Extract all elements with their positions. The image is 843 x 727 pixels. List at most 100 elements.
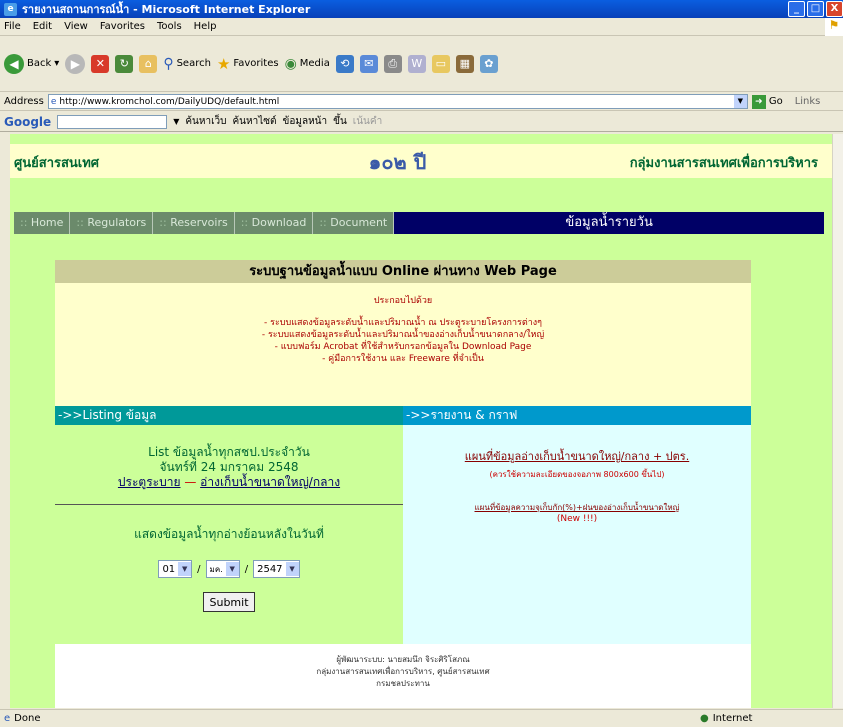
month-select[interactable]: มค. ▼ <box>205 560 240 578</box>
divider <box>55 504 403 505</box>
media-button[interactable]: ◉ Media <box>285 56 330 72</box>
report-column: แผนที่ข้อมูลอ่างเก็บน้ำขนาดใหญ่/กลาง + ป… <box>403 425 751 645</box>
back-button[interactable]: ◀ Back ▾ <box>4 53 59 74</box>
address-input[interactable]: e http://www.kromchol.com/DailyUDQ/defau… <box>47 94 748 109</box>
stop-icon[interactable]: ✕ <box>91 54 110 73</box>
google-highlight-button[interactable]: เน้นคำ <box>353 114 382 129</box>
date-select-row: 01 ▼ / มค. ▼ / 2547 ▼ <box>55 560 403 578</box>
address-label: Address <box>4 96 44 107</box>
menu-bar: File Edit View Favorites Tools Help <box>0 18 843 36</box>
map1-note: (ควรใช้ความละเอียดของจอภาพ 800x600 ขึ้นไ… <box>489 470 665 479</box>
google-logo[interactable]: Google <box>4 115 51 129</box>
mail-icon[interactable]: ✉ <box>359 54 378 73</box>
back-arrow-icon: ◀ <box>4 53 24 74</box>
nav-daily-water-data: ข้อมูลน้ำรายวัน <box>394 212 824 234</box>
favorites-button[interactable]: ★ Favorites <box>217 55 279 73</box>
box-title: ระบบฐานข้อมูลน้ำแบบ Online ผ่านทาง Web P… <box>55 260 751 283</box>
intro-text: ประกอบไปด้วย - ระบบแสดงข้อมูลระดับน้ำและ… <box>55 283 751 365</box>
windows-logo-icon: ⚑ <box>825 18 843 36</box>
history-icon[interactable]: ⟲ <box>335 54 354 73</box>
main-box: ระบบฐานข้อมูลน้ำแบบ Online ผ่านทาง Web P… <box>55 260 751 708</box>
map1-link[interactable]: แผนที่ข้อมูลอ่างเก็บน้ำขนาดใหญ่/กลาง + ป… <box>403 447 751 465</box>
refresh-icon[interactable]: ↻ <box>115 54 134 73</box>
status-text: Done <box>14 713 41 724</box>
intro-item: - แบบฟอร์ม Acrobat ที่ใช้สำหรับกรอกข้อมู… <box>274 342 532 352</box>
messenger-icon[interactable]: ✿ <box>479 54 498 73</box>
list-line1: List ข้อมูลน้ำทุกสชป.ประจำวัน <box>148 445 310 459</box>
search-button[interactable]: ⚲ Search <box>163 56 211 72</box>
folder-icon[interactable]: ▭ <box>431 54 450 73</box>
minimize-button[interactable]: _ <box>788 1 805 17</box>
intro-item: - ระบบแสดงข้อมูลระดับน้ำและปริมาณน้ำของอ… <box>261 330 545 340</box>
anniversary-logo: ๑๐๒ ปี <box>368 150 427 174</box>
title-bar: e รายงานสถานการณ์น้ำ - Microsoft Interne… <box>0 0 843 18</box>
section-report-header: ->>รายงาน & กราฟ <box>403 406 751 425</box>
google-page-info-button[interactable]: ข้อมูลหน้า <box>283 114 328 129</box>
google-site-search-button[interactable]: ค้นหาไซต์ <box>232 114 276 129</box>
ie-icon: e <box>4 2 17 16</box>
gate-link[interactable]: ประตูระบาย <box>118 475 181 489</box>
toolbar: ◀ Back ▾ ▶ ✕ ↻ ⌂ ⚲ Search ★ Favorites ◉ Media… <box>0 36 843 92</box>
nav-home[interactable]: :: Home <box>14 212 71 234</box>
print-icon[interactable]: ⎙ <box>383 54 402 73</box>
links-label[interactable]: Links <box>795 96 821 107</box>
vertical-scrollbar[interactable] <box>832 134 843 708</box>
page-content: ศูนย์สารสนเทศ ๑๐๒ ปี กลุ่มงานสารสนเทศเพื… <box>10 134 832 708</box>
star-icon: ★ <box>216 54 231 73</box>
intro-item: - คู่มือการใช้งาน และ Freeware ที่จำเป็น <box>322 354 484 364</box>
chevron-down-icon: ▼ <box>225 562 239 576</box>
close-button[interactable]: X <box>826 1 843 17</box>
edit-icon[interactable]: W <box>407 54 426 73</box>
chevron-down-icon: ▼ <box>285 562 299 576</box>
header-left-title: ศูนย์สารสนเทศ <box>14 156 100 171</box>
footer-line: กลุ่มงานสารสนเทศเพื่อการบริหาร, ศูนย์สาร… <box>316 667 490 676</box>
globe-icon: ● <box>700 713 709 724</box>
reservoir-link[interactable]: อ่างเก็บน้ำขนาดใหญ่/กลาง <box>200 475 340 489</box>
google-dropdown-icon[interactable]: ▼ <box>173 117 179 126</box>
menu-edit[interactable]: Edit <box>33 21 52 32</box>
nav-regulators[interactable]: :: Regulators <box>70 212 154 234</box>
google-web-search-button[interactable]: ค้นหาเว็บ <box>185 114 226 129</box>
section-listing-header: ->>Listing ข้อมูล <box>55 406 403 425</box>
address-url: http://www.kromchol.com/DailyUDQ/default… <box>59 96 280 107</box>
menu-tools[interactable]: Tools <box>157 21 182 32</box>
nav-bar: :: Home :: Regulators :: Reservoirs :: D… <box>14 212 824 234</box>
chevron-down-icon: ▼ <box>178 562 192 576</box>
footer-line: ผู้พัฒนาระบบ: นายสมนึก จิระศิริโสภณ <box>336 655 470 664</box>
go-button[interactable]: ➜ Go <box>751 94 783 109</box>
day-select[interactable]: 01 ▼ <box>158 560 193 578</box>
intro-item: - ระบบแสดงข้อมูลระดับน้ำและปริมาณน้ำ ณ ป… <box>264 318 542 328</box>
menu-view[interactable]: View <box>64 21 88 32</box>
status-bar: e Done ● Internet <box>0 709 843 727</box>
media-icon: ◉ <box>284 55 297 72</box>
go-arrow-icon: ➜ <box>751 94 766 109</box>
list-line2: จันทร์ที่ 24 มกราคม 2548 <box>159 460 299 474</box>
footer: ผู้พัฒนาระบบ: นายสมนึก จิระศิริโสภณ กลุ่… <box>55 644 751 708</box>
year-select[interactable]: 2547 ▼ <box>253 560 300 578</box>
nav-reservoirs[interactable]: :: Reservoirs <box>153 212 235 234</box>
home-icon[interactable]: ⌂ <box>139 54 158 73</box>
browser-window: e รายงานสถานการณ์น้ำ - Microsoft Interne… <box>0 0 843 727</box>
address-bar: Address e http://www.kromchol.com/DailyU… <box>0 93 843 111</box>
intro-heading: ประกอบไปด้วย <box>373 296 433 306</box>
nav-download[interactable]: :: Download <box>234 212 314 234</box>
history-title: แสดงข้อมูลน้ำทุกอ่างย้อนหลังในวันที่ <box>134 527 324 541</box>
nav-document[interactable]: :: Document <box>313 212 395 234</box>
forward-button[interactable]: ▶ <box>65 53 86 74</box>
menu-favorites[interactable]: Favorites <box>100 21 145 32</box>
submit-button[interactable]: Submit <box>203 592 255 612</box>
menu-file[interactable]: File <box>4 21 21 32</box>
page-header: ศูนย์สารสนเทศ ๑๐๒ ปี กลุ่มงานสารสนเทศเพื… <box>10 144 832 178</box>
address-dropdown-icon[interactable]: ▼ <box>733 95 747 108</box>
google-search-input[interactable] <box>57 114 168 129</box>
maximize-button[interactable]: □ <box>807 1 824 17</box>
google-up-button[interactable]: ขึ้น <box>333 114 347 129</box>
status-page-icon: e <box>4 713 11 724</box>
research-icon[interactable]: ▦ <box>455 54 474 73</box>
header-right-title: กลุ่มงานสารสนเทศเพื่อการบริหาร <box>629 156 818 171</box>
menu-help[interactable]: Help <box>194 21 217 32</box>
link-separator: — <box>180 475 201 489</box>
footer-line: กรมชลประทาน <box>376 679 430 688</box>
internet-zone: ● Internet <box>700 713 753 724</box>
map2-link[interactable]: แผนที่ข้อมูลความจุเก็บกัก(%)+ฝนของอ่างเก… <box>403 501 751 514</box>
